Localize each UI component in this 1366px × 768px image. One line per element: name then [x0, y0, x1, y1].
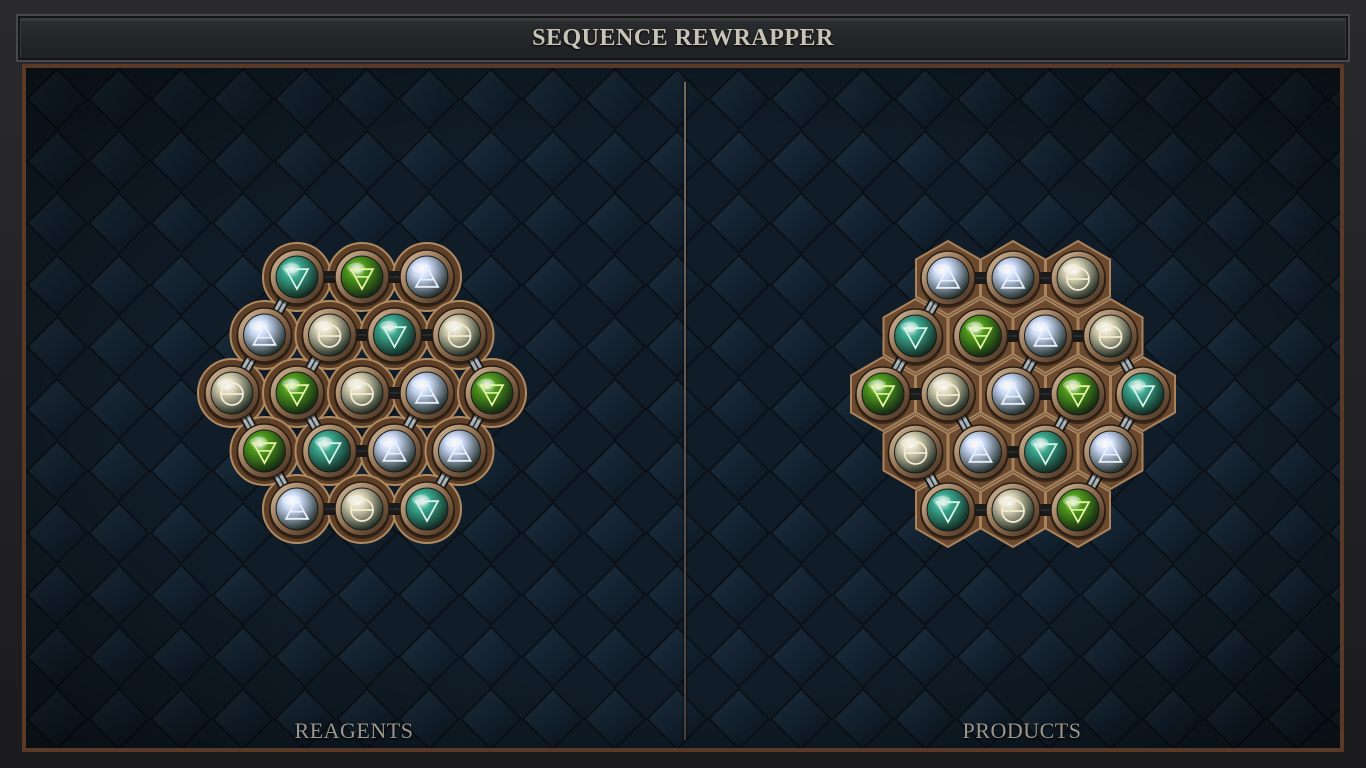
atom-air[interactable] [920, 250, 976, 308]
atom-water[interactable] [366, 307, 423, 365]
atom-earth[interactable] [1050, 366, 1106, 424]
atom-air[interactable] [985, 366, 1041, 424]
products-label: PRODUCTS [962, 718, 1082, 743]
atom-earth[interactable] [855, 366, 911, 424]
atom-water[interactable] [887, 308, 944, 366]
atom-salt[interactable] [334, 365, 390, 423]
atom-salt[interactable] [920, 366, 976, 424]
atom-air[interactable] [399, 365, 455, 423]
atom-earth[interactable] [952, 308, 1009, 366]
atom-earth[interactable] [334, 249, 390, 307]
atom-water[interactable] [920, 482, 976, 540]
puzzle-title: SEQUENCE REWRAPPER [532, 25, 834, 51]
atom-air[interactable] [985, 250, 1041, 308]
atom-salt[interactable] [1082, 308, 1139, 366]
atom-salt[interactable] [301, 307, 358, 365]
atom-air[interactable] [952, 424, 1009, 482]
atom-water[interactable] [399, 481, 455, 539]
reagents-label: REAGENTS [294, 718, 414, 743]
atom-air[interactable] [431, 423, 488, 481]
atom-salt[interactable] [334, 481, 390, 539]
atom-air[interactable] [269, 481, 325, 539]
panel-divider [684, 82, 686, 740]
atom-air[interactable] [366, 423, 423, 481]
atom-salt[interactable] [204, 365, 260, 423]
atom-earth[interactable] [236, 423, 293, 481]
atom-air[interactable] [399, 249, 455, 307]
atom-air[interactable] [1082, 424, 1139, 482]
atom-salt[interactable] [887, 424, 944, 482]
atom-salt[interactable] [431, 307, 488, 365]
atom-water[interactable] [1017, 424, 1074, 482]
atom-salt[interactable] [985, 482, 1041, 540]
atom-water[interactable] [301, 423, 358, 481]
game-window: SEQUENCE REWRAPPER REAGENTS PRODUCTS [0, 0, 1366, 768]
puzzle-board: REAGENTS PRODUCTS [22, 64, 1344, 752]
atom-earth[interactable] [1050, 482, 1106, 540]
atom-salt[interactable] [1050, 250, 1106, 308]
atom-air[interactable] [1017, 308, 1074, 366]
atom-earth[interactable] [269, 365, 325, 423]
atom-earth[interactable] [464, 365, 520, 423]
atom-air[interactable] [236, 307, 293, 365]
title-bar: SEQUENCE REWRAPPER [16, 14, 1350, 62]
atom-water[interactable] [1115, 366, 1171, 424]
atom-water[interactable] [269, 249, 325, 307]
